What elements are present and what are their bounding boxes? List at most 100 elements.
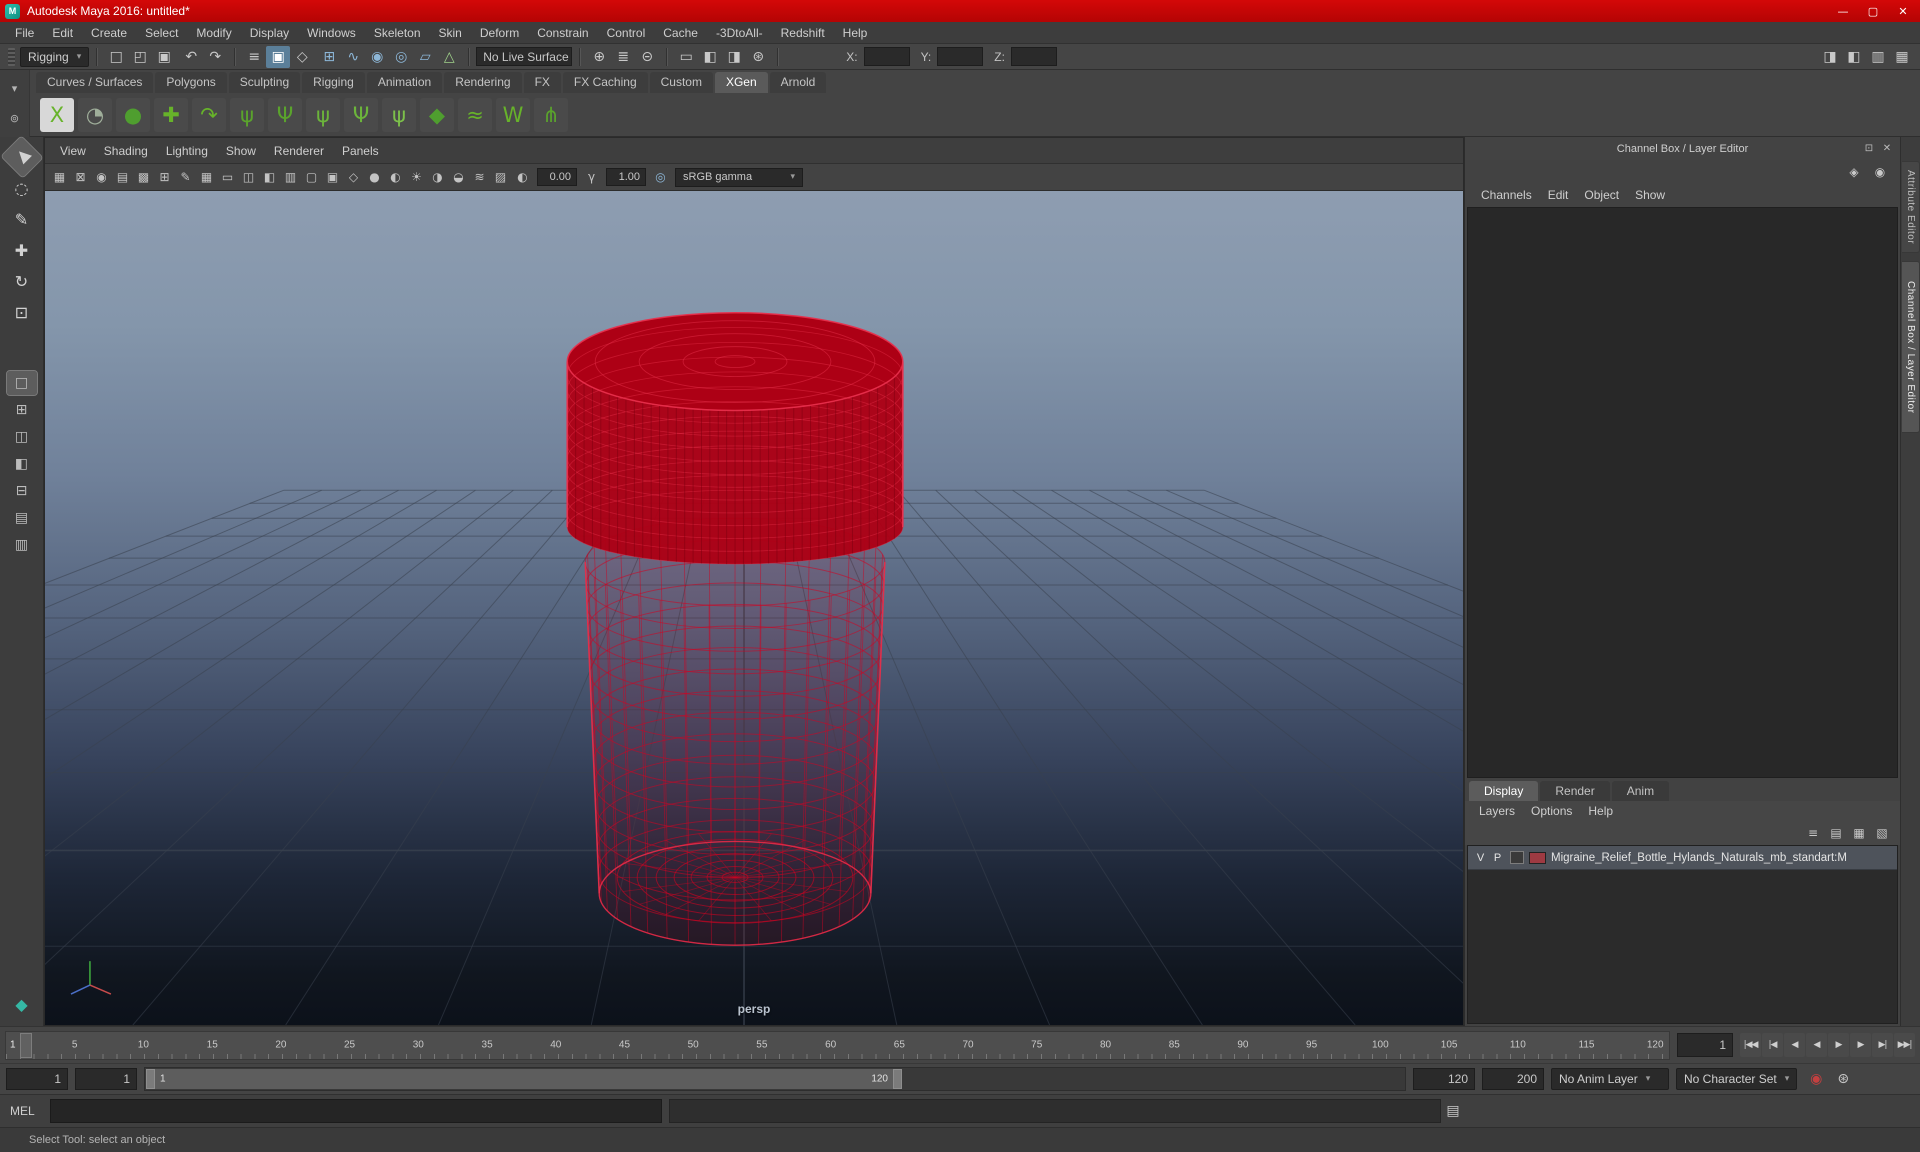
shelf-tab-fx-caching[interactable]: FX Caching — [562, 72, 648, 93]
mel-input-field[interactable] — [50, 1099, 662, 1123]
menu-create[interactable]: Create — [82, 22, 136, 43]
menu-select[interactable]: Select — [136, 22, 187, 43]
construction-history-icon[interactable]: ≣ — [611, 46, 635, 68]
viewport-menu-view[interactable]: View — [51, 144, 95, 158]
character-set-dropdown[interactable]: No Character Set — [1676, 1068, 1798, 1090]
viewport-menu-show[interactable]: Show — [217, 144, 265, 158]
menu-file[interactable]: File — [6, 22, 43, 43]
playback-end-field[interactable]: 120 — [1413, 1068, 1475, 1090]
bookmarks-icon[interactable]: ▤ — [112, 167, 133, 188]
view-transform-dropdown[interactable]: sRGB gamma — [675, 167, 803, 187]
hypershade-persp-layout-icon[interactable]: ▥ — [7, 533, 37, 557]
layer-tab-anim[interactable]: Anim — [1611, 781, 1670, 801]
scale-tool-icon[interactable]: ⊡ — [7, 298, 37, 326]
select-object-icon[interactable]: ▣ — [266, 45, 291, 68]
gamma-icon[interactable]: γ — [581, 167, 602, 188]
shelf-tab-custom[interactable]: Custom — [649, 72, 713, 93]
layer-tab-display[interactable]: Display — [1469, 781, 1539, 801]
snap-view-plane-icon[interactable]: ▱ — [413, 46, 437, 68]
layer-color-swatch[interactable] — [1529, 851, 1546, 864]
shelf-tab-sculpting[interactable]: Sculpting — [228, 72, 301, 93]
shelf-tab-animation[interactable]: Animation — [366, 72, 443, 93]
wireframe-icon[interactable]: ◇ — [343, 167, 364, 188]
channel-box-toggle-icon[interactable]: ▥ — [1866, 46, 1890, 68]
menu-set-dropdown[interactable]: Rigging — [20, 46, 90, 67]
output-connections-icon[interactable]: ⊝ — [635, 46, 659, 68]
single-pane-layout-icon[interactable]: □ — [5, 370, 38, 396]
channel-box-menu-edit[interactable]: Edit — [1540, 184, 1577, 206]
layer-options-icon[interactable]: ▧ — [1872, 823, 1892, 843]
close-panel-icon[interactable]: ✕ — [1878, 137, 1896, 160]
grid-icon[interactable]: ▦ — [196, 167, 217, 188]
make-live-icon[interactable]: △ — [437, 46, 461, 68]
anim-layer-dropdown[interactable]: No Anim Layer — [1551, 1068, 1669, 1090]
workspace-toggle-icon[interactable]: ▦ — [1890, 46, 1914, 68]
field-chart-icon[interactable]: ▥ — [280, 167, 301, 188]
menu-cache[interactable]: Cache — [654, 22, 707, 43]
x-coordinate-input[interactable] — [863, 47, 910, 66]
go-to-end-button[interactable]: ▶▶| — [1894, 1033, 1915, 1057]
shelf-tab-menu-icon[interactable]: ▾ — [5, 79, 25, 99]
menu-skeleton[interactable]: Skeleton — [365, 22, 430, 43]
layer-row[interactable]: V P Migraine_Relief_Bottle_Hylands_Natural… — [1468, 846, 1897, 870]
channel-box-menu-object[interactable]: Object — [1576, 184, 1627, 206]
rotate-tool-icon[interactable]: ↻ — [7, 267, 37, 295]
layer-tab-render[interactable]: Render — [1540, 781, 1610, 801]
minimize-button[interactable]: — — [1828, 0, 1858, 22]
shelf-tab-arnold[interactable]: Arnold — [769, 72, 827, 93]
select-camera-icon[interactable]: ▦ — [49, 167, 70, 188]
undo-icon[interactable]: ↶ — [179, 46, 203, 68]
animation-end-field[interactable]: 200 — [1482, 1068, 1544, 1090]
image-plane-icon[interactable]: ▩ — [133, 167, 154, 188]
viewport-menu-renderer[interactable]: Renderer — [265, 144, 333, 158]
redo-icon[interactable]: ↷ — [203, 46, 227, 68]
xgen-lock-guides-icon[interactable]: Ψ — [344, 98, 378, 132]
xgen-guides-icon[interactable]: ψ — [306, 98, 340, 132]
range-start-handle[interactable] — [146, 1069, 155, 1089]
status-grip[interactable] — [8, 47, 15, 66]
menu-modify[interactable]: Modify — [187, 22, 240, 43]
paint-select-tool-icon[interactable]: ✎ — [7, 205, 37, 233]
grease-pencil-icon[interactable]: ✎ — [175, 167, 196, 188]
two-pane-stacked-layout-icon[interactable]: ⊟ — [7, 479, 37, 503]
snap-curve-icon[interactable]: ∿ — [341, 46, 365, 68]
camera-attributes-icon[interactable]: ◉ — [91, 167, 112, 188]
xgen-plugin-icon[interactable]: ◆ — [7, 990, 37, 1018]
close-button[interactable]: ✕ — [1888, 0, 1918, 22]
snap-projected-center-icon[interactable]: ◎ — [389, 46, 413, 68]
safe-title-icon[interactable]: ▣ — [322, 167, 343, 188]
gate-mask-icon[interactable]: ◧ — [259, 167, 280, 188]
xgen-add-description-icon[interactable]: ✚ — [154, 98, 188, 132]
open-scene-icon[interactable]: ◰ — [128, 46, 152, 68]
safe-action-icon[interactable]: ▢ — [301, 167, 322, 188]
shelf-options-icon[interactable]: ⊚ — [5, 108, 25, 128]
layer-type-box[interactable] — [1510, 851, 1524, 864]
xgen-sphere-icon[interactable]: ● — [116, 98, 150, 132]
exposure-field[interactable]: 0.00 — [537, 168, 577, 186]
xgen-export-selection-icon[interactable]: ↷ — [192, 98, 226, 132]
xgen-grass-add-icon[interactable]: Ψ — [268, 98, 302, 132]
menu-skin[interactable]: Skin — [430, 22, 471, 43]
menu-display[interactable]: Display — [241, 22, 298, 43]
maximize-button[interactable]: ▢ — [1858, 0, 1888, 22]
auto-keyframe-icon[interactable]: ◉ — [1804, 1068, 1828, 1090]
layer-menu-layers[interactable]: Layers — [1471, 801, 1523, 821]
menu-constrain[interactable]: Constrain — [528, 22, 597, 43]
four-pane-layout-icon[interactable]: ⊞ — [7, 398, 37, 422]
go-to-start-button[interactable]: |◀◀ — [1740, 1033, 1761, 1057]
persp-graph-layout-icon[interactable]: ▤ — [7, 506, 37, 530]
animation-start-field[interactable]: 1 — [6, 1068, 68, 1090]
menu-redshift[interactable]: Redshift — [772, 22, 834, 43]
channel-box-menu-show[interactable]: Show — [1627, 184, 1673, 206]
timeline-track[interactable]: 1 5 10 15 20 25 30 35 40 45 50 55 60 65 70 75 80 85 90 95 1… — [5, 1030, 1670, 1060]
gamma-field[interactable]: 1.00 — [606, 168, 646, 186]
channel-box-empty-area[interactable] — [1467, 207, 1898, 778]
shelf-tab-curves-surfaces[interactable]: Curves / Surfaces — [36, 72, 154, 93]
anim-preferences-icon[interactable]: ⊛ — [1831, 1068, 1855, 1090]
xgen-patch-export-icon[interactable]: ◆ — [420, 98, 454, 132]
shelf-tab-xgen[interactable]: XGen — [714, 72, 768, 93]
input-connections-icon[interactable]: ⊕ — [587, 46, 611, 68]
viewport-menu-shading[interactable]: Shading — [95, 144, 157, 158]
render-settings-icon[interactable]: ⊛ — [746, 46, 770, 68]
select-tool-icon[interactable]: ▶ — [0, 135, 44, 179]
